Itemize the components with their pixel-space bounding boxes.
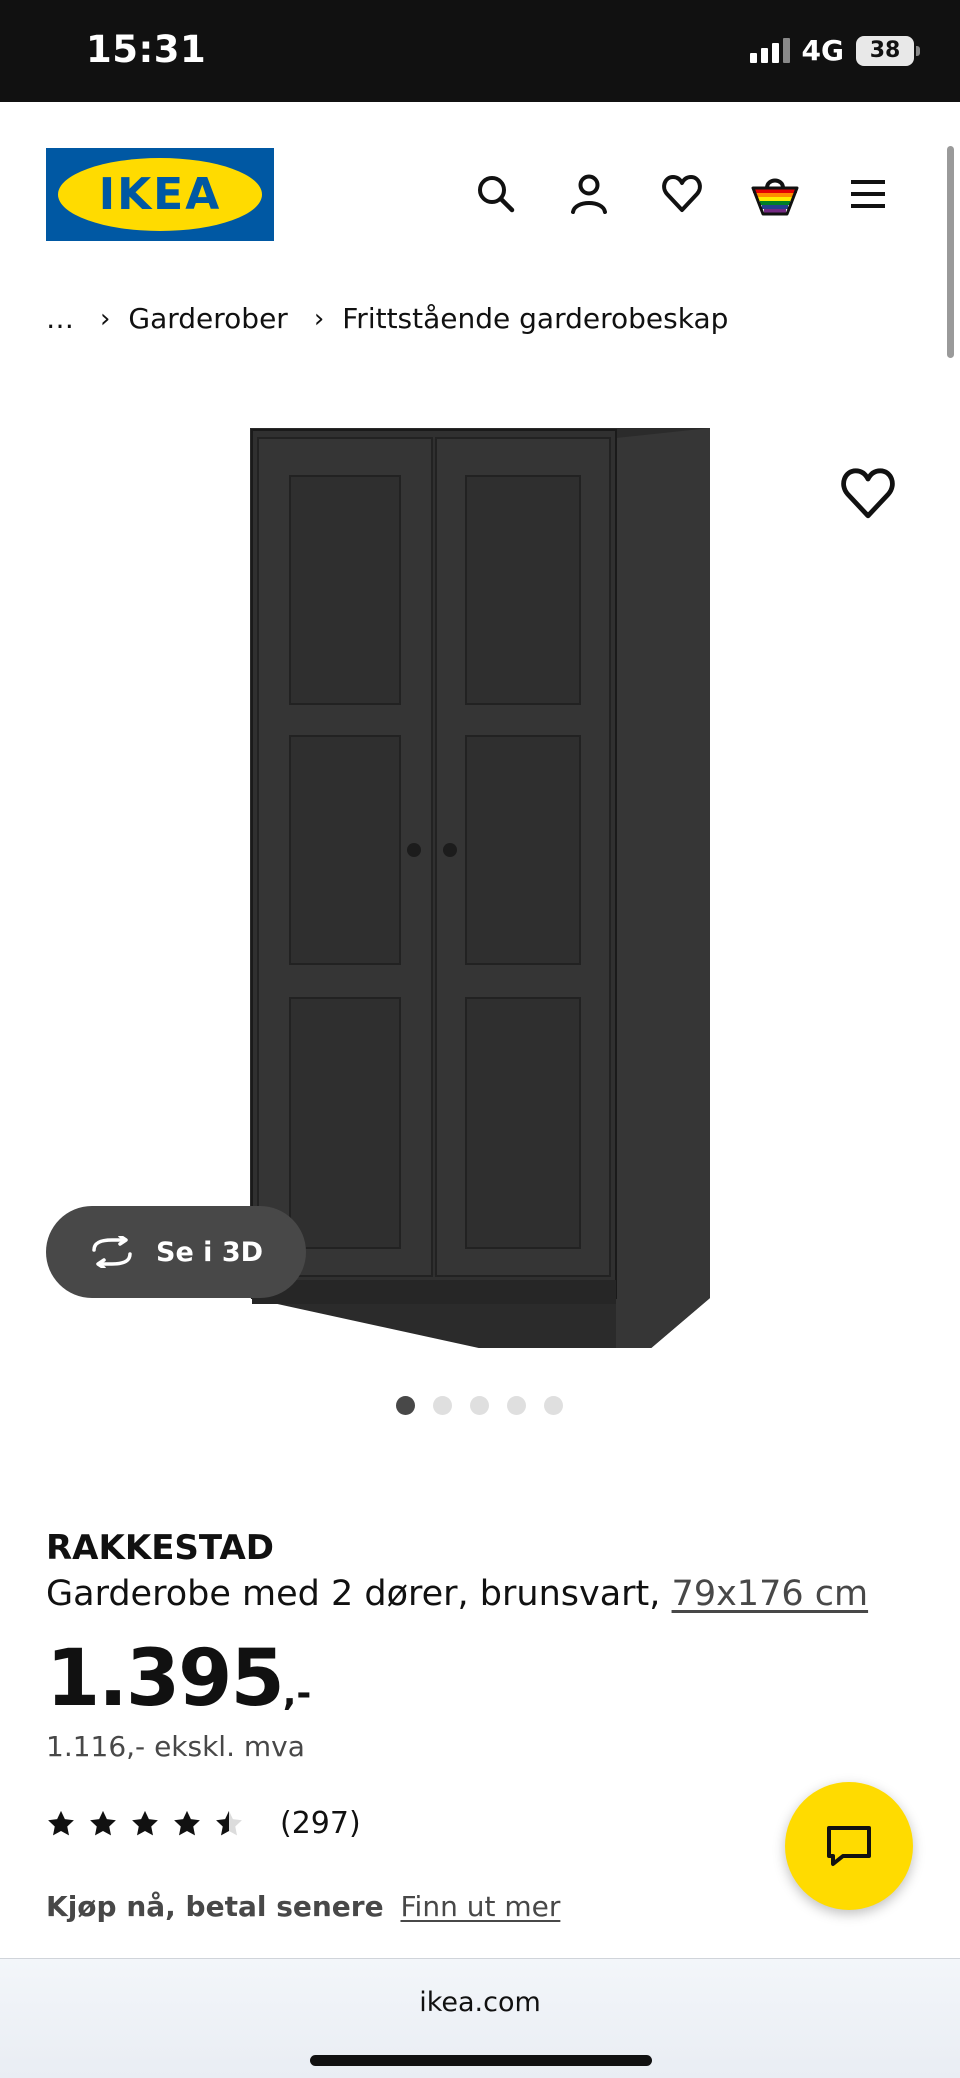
star-full-icon xyxy=(48,1810,74,1835)
add-to-wishlist-icon[interactable] xyxy=(838,464,898,524)
breadcrumb: … › Garderober › Frittstående garderobes… xyxy=(46,302,728,335)
account-icon[interactable] xyxy=(561,166,617,222)
ikea-logo[interactable]: IKEA xyxy=(46,148,274,241)
gallery-dot-5[interactable] xyxy=(544,1396,563,1415)
buy-now-pay-later: Kjøp nå, betal senere Finn ut mer xyxy=(46,1890,560,1923)
bnpl-label: Kjøp nå, betal senere xyxy=(46,1890,384,1923)
chevron-right-icon: › xyxy=(100,303,111,334)
price-value: 1.395 xyxy=(46,1634,285,1724)
browser-address-bar[interactable]: ikea.com xyxy=(0,1958,960,2078)
scrollbar[interactable] xyxy=(947,146,954,358)
chat-bubble-icon xyxy=(827,1826,871,1866)
status-bar: 15:31 4G 38 xyxy=(0,0,960,102)
gallery-dot-2[interactable] xyxy=(433,1396,452,1415)
breadcrumb-item-frittstaende[interactable]: Frittstående garderobeskap xyxy=(342,302,728,335)
status-indicators: 4G 38 xyxy=(749,34,920,67)
signal-icon xyxy=(749,37,790,63)
product-gallery[interactable]: Se i 3D xyxy=(0,380,960,1415)
battery-icon: 38 xyxy=(856,35,920,66)
view-in-3d-label: Se i 3D xyxy=(156,1236,264,1268)
star-full-icon xyxy=(174,1810,200,1835)
product-dimensions-link[interactable]: 79x176 cm xyxy=(672,1574,869,1614)
product-description: Garderobe med 2 dører, brunsvart, 79x176… xyxy=(46,1574,868,1614)
star-full-icon xyxy=(132,1810,158,1835)
search-icon[interactable] xyxy=(468,166,524,222)
gallery-dot-4[interactable] xyxy=(507,1396,526,1415)
price-suffix: ,- xyxy=(282,1673,312,1714)
menu-icon[interactable] xyxy=(840,166,896,222)
rotate-3d-icon xyxy=(88,1236,136,1268)
cart-icon[interactable] xyxy=(747,166,803,222)
review-count[interactable]: (297) xyxy=(280,1806,361,1841)
product-name: RAKKESTAD xyxy=(46,1528,274,1568)
chevron-right-icon: › xyxy=(313,303,325,334)
product-rating[interactable]: (297) xyxy=(46,1806,361,1841)
breadcrumb-item-garderober[interactable]: Garderober xyxy=(128,302,287,335)
star-full-icon xyxy=(90,1810,116,1835)
view-in-3d-button[interactable]: Se i 3D xyxy=(46,1206,306,1298)
browser-url[interactable]: ikea.com xyxy=(0,1987,960,2018)
site-header: IKEA xyxy=(0,102,960,292)
gallery-pagination xyxy=(396,1396,563,1415)
gallery-dot-1[interactable] xyxy=(396,1396,415,1415)
star-half-icon xyxy=(216,1810,242,1835)
breadcrumb-ellipsis[interactable]: … xyxy=(46,302,74,335)
product-image[interactable] xyxy=(240,418,720,1348)
status-time: 15:31 xyxy=(86,28,207,71)
network-type: 4G xyxy=(801,34,844,67)
bnpl-learn-more-link[interactable]: Finn ut mer xyxy=(400,1890,560,1923)
logo-text: IKEA xyxy=(98,169,222,220)
home-indicator[interactable] xyxy=(310,2055,652,2066)
product-price: 1.395,- xyxy=(46,1634,311,1724)
product-description-text: Garderobe med 2 dører, brunsvart, xyxy=(46,1574,661,1614)
wishlist-icon[interactable] xyxy=(654,166,710,222)
gallery-dot-3[interactable] xyxy=(470,1396,489,1415)
price-ex-vat: 1.116,- ekskl. mva xyxy=(46,1730,305,1763)
chat-button[interactable] xyxy=(785,1782,913,1910)
